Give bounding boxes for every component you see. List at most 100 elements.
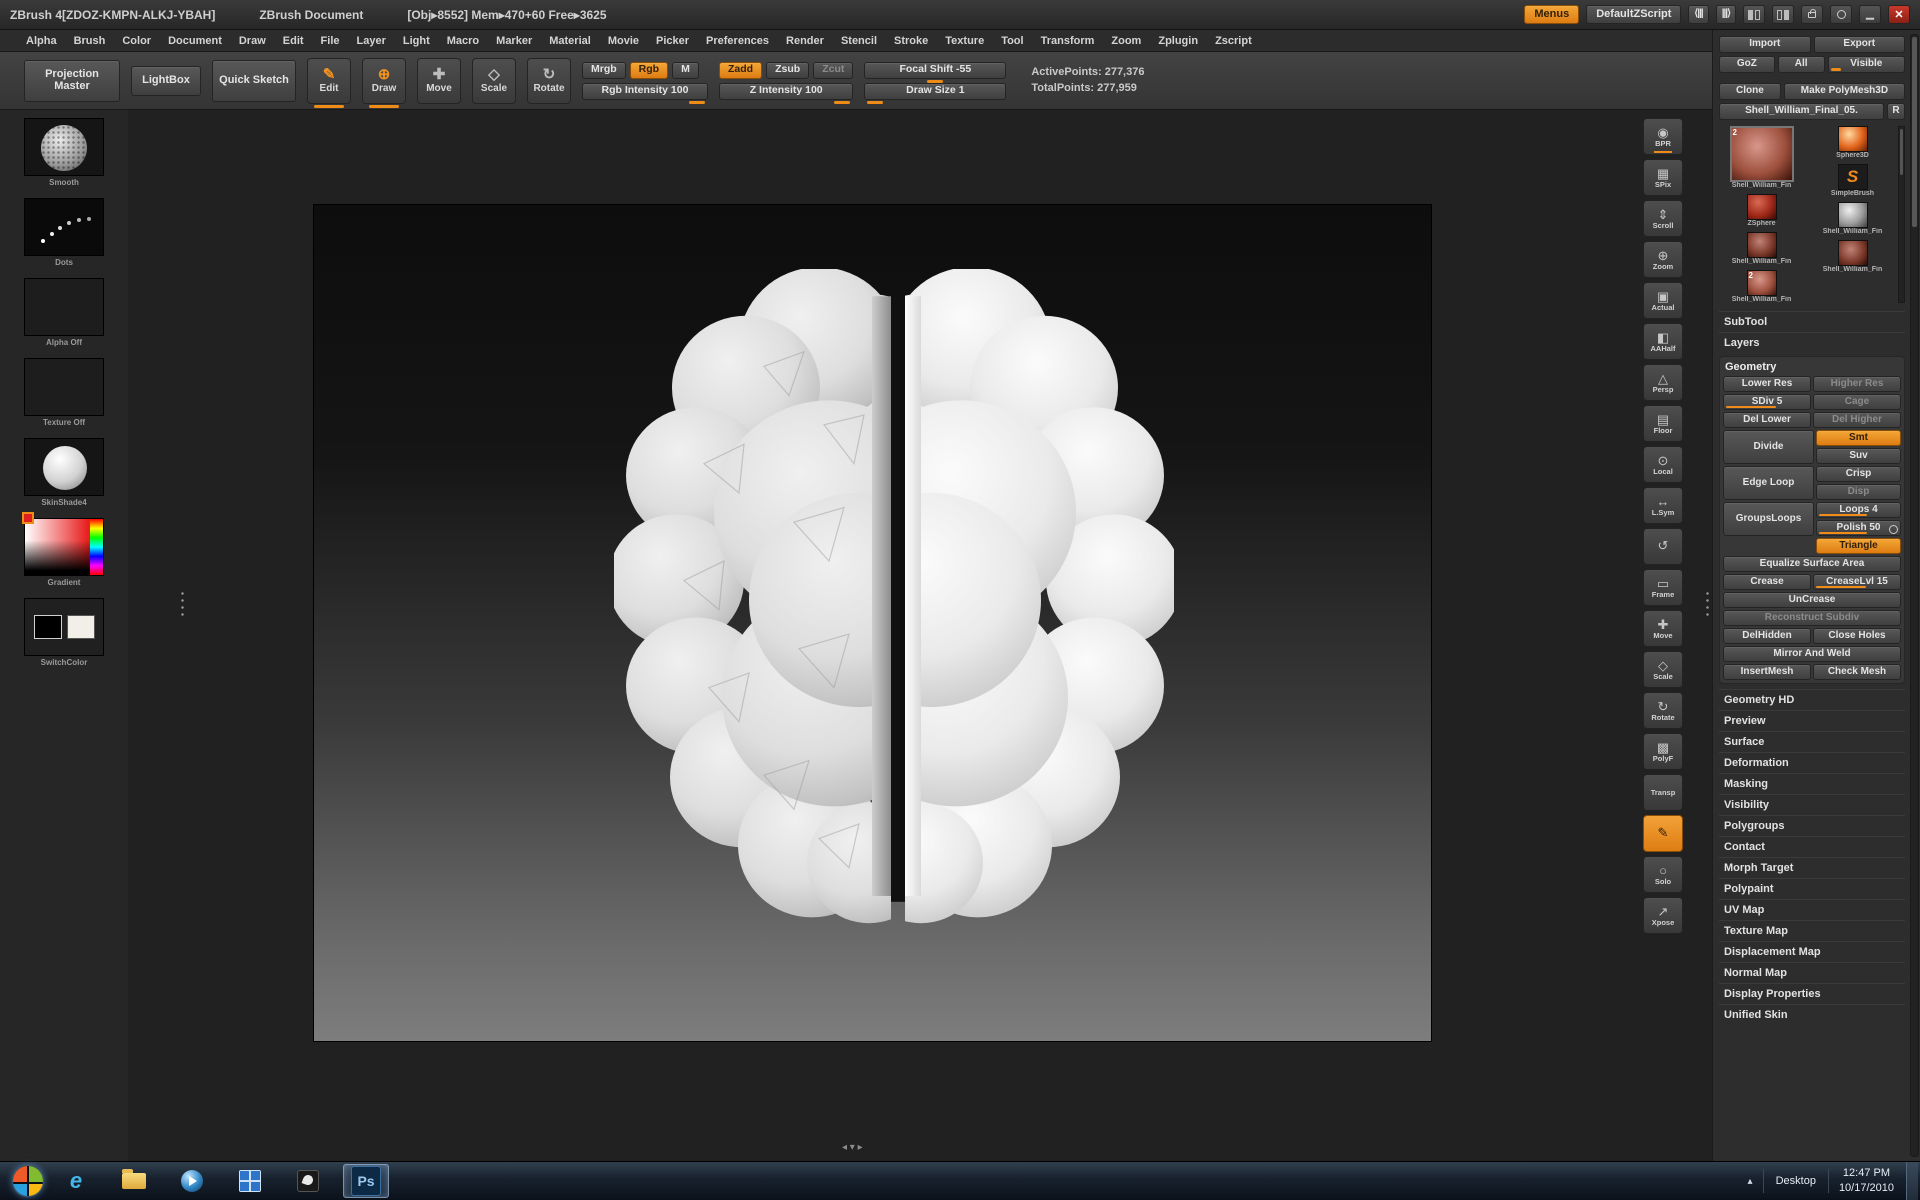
- layers-section[interactable]: Layers: [1719, 332, 1905, 353]
- panel-divider-handle[interactable]: [1705, 590, 1710, 618]
- right-tray-button[interactable]: |||⟩: [1716, 5, 1736, 24]
- switch-color[interactable]: SwitchColor: [14, 598, 114, 667]
- draw-size-slider[interactable]: Draw Size 1: [864, 83, 1006, 100]
- subtool-section[interactable]: SubTool: [1719, 311, 1905, 332]
- section-displacement-map[interactable]: Displacement Map: [1719, 941, 1905, 962]
- mrgb-button[interactable]: Mrgb: [582, 62, 626, 79]
- persp-button[interactable]: △Persp: [1643, 364, 1683, 401]
- left-divider-handle[interactable]: [180, 590, 185, 618]
- menu-zoom[interactable]: Zoom: [1111, 35, 1141, 47]
- rotate-view-button[interactable]: ↺: [1643, 528, 1683, 565]
- loops-slider[interactable]: Loops 4: [1816, 502, 1901, 518]
- move-view-button[interactable]: ✚Move: [1643, 610, 1683, 647]
- rotate-3d-button[interactable]: ↻Rotate: [1643, 692, 1683, 729]
- section-surface[interactable]: Surface: [1719, 731, 1905, 752]
- section-texture-map[interactable]: Texture Map: [1719, 920, 1905, 941]
- section-contact[interactable]: Contact: [1719, 836, 1905, 857]
- tray-expand-icon[interactable]: ▴: [1748, 1176, 1753, 1187]
- geometry-section-header[interactable]: Geometry: [1723, 360, 1901, 376]
- crisp-toggle[interactable]: Crisp: [1816, 466, 1901, 482]
- edit-button[interactable]: ✎ Edit: [307, 58, 351, 104]
- triangle-toggle[interactable]: Triangle: [1816, 538, 1901, 554]
- current-brush[interactable]: Smooth: [14, 118, 114, 187]
- disp-toggle[interactable]: Disp: [1816, 484, 1901, 500]
- color-picker[interactable]: Gradient: [14, 518, 114, 587]
- polish-slider[interactable]: Polish 50: [1816, 520, 1901, 536]
- section-display-properties[interactable]: Display Properties: [1719, 983, 1905, 1004]
- divider-left-icon[interactable]: [1743, 5, 1765, 24]
- menu-brush[interactable]: Brush: [74, 35, 106, 47]
- section-unified-skin[interactable]: Unified Skin: [1719, 1004, 1905, 1025]
- current-alpha[interactable]: Alpha Off: [14, 278, 114, 347]
- taskbar-media-player[interactable]: [169, 1164, 215, 1198]
- m-button[interactable]: M: [672, 62, 699, 79]
- polyf-button[interactable]: ▩PolyF: [1643, 733, 1683, 770]
- secondary-color-swatch[interactable]: [67, 615, 95, 639]
- goz-all-button[interactable]: All: [1778, 56, 1825, 73]
- menu-draw[interactable]: Draw: [239, 35, 266, 47]
- ghost-button[interactable]: ✎: [1643, 815, 1683, 852]
- quick-pick-simplebrush[interactable]: S SimpleBrush: [1810, 164, 1895, 197]
- rename-button[interactable]: R: [1887, 103, 1905, 120]
- bpr-button[interactable]: ◉BPR: [1643, 118, 1683, 155]
- tool-name-field[interactable]: Shell_William_Final_05.: [1719, 103, 1884, 120]
- menu-material[interactable]: Material: [549, 35, 591, 47]
- cage-button[interactable]: Cage: [1813, 394, 1901, 410]
- goz-button[interactable]: GoZ: [1719, 56, 1775, 73]
- xpose-button[interactable]: ↗Xpose: [1643, 897, 1683, 934]
- spix-button[interactable]: ▦SPix: [1643, 159, 1683, 196]
- quick-pick-shell-3[interactable]: Shell_William_Fin: [1810, 202, 1895, 235]
- rotate-button[interactable]: ↻ Rotate: [527, 58, 571, 104]
- menu-stroke[interactable]: Stroke: [894, 35, 928, 47]
- menu-movie[interactable]: Movie: [608, 35, 639, 47]
- menu-stencil[interactable]: Stencil: [841, 35, 877, 47]
- clock[interactable]: 12:47 PM 10/17/2010: [1829, 1166, 1904, 1196]
- floor-button[interactable]: ▤Floor: [1643, 405, 1683, 442]
- frame-button[interactable]: ▭Frame: [1643, 569, 1683, 606]
- crease-button[interactable]: Crease: [1723, 574, 1811, 590]
- menu-render[interactable]: Render: [786, 35, 824, 47]
- transp-button[interactable]: Transp: [1643, 774, 1683, 811]
- actual-button[interactable]: ▣Actual: [1643, 282, 1683, 319]
- aahalf-button[interactable]: ◧AAHalf: [1643, 323, 1683, 360]
- section-polypaint[interactable]: Polypaint: [1719, 878, 1905, 899]
- scale-view-button[interactable]: ◇Scale: [1643, 651, 1683, 688]
- menu-tool[interactable]: Tool: [1001, 35, 1023, 47]
- divider-right-icon[interactable]: [1772, 5, 1794, 24]
- menu-preferences[interactable]: Preferences: [706, 35, 769, 47]
- divide-button[interactable]: Divide: [1723, 430, 1814, 464]
- smt-toggle[interactable]: Smt: [1816, 430, 1901, 446]
- menu-transform[interactable]: Transform: [1041, 35, 1095, 47]
- menu-zscript[interactable]: Zscript: [1215, 35, 1252, 47]
- sdiv-slider[interactable]: SDiv 5: [1723, 394, 1811, 410]
- suv-toggle[interactable]: Suv: [1816, 448, 1901, 464]
- make-polymesh3d-button[interactable]: Make PolyMesh3D: [1784, 83, 1905, 100]
- lower-res-button[interactable]: Lower Res: [1723, 376, 1811, 392]
- groups-loops-button[interactable]: GroupsLoops: [1723, 502, 1814, 536]
- edge-loop-button[interactable]: Edge Loop: [1723, 466, 1814, 500]
- menu-alpha[interactable]: Alpha: [26, 35, 57, 47]
- section-uv-map[interactable]: UV Map: [1719, 899, 1905, 920]
- menu-zplugin[interactable]: Zplugin: [1158, 35, 1198, 47]
- current-texture[interactable]: Texture Off: [14, 358, 114, 427]
- menu-edit[interactable]: Edit: [283, 35, 304, 47]
- section-morph-target[interactable]: Morph Target: [1719, 857, 1905, 878]
- section-normal-map[interactable]: Normal Map: [1719, 962, 1905, 983]
- zsub-button[interactable]: Zsub: [766, 62, 809, 79]
- projection-master-button[interactable]: Projection Master: [24, 60, 120, 102]
- export-button[interactable]: Export: [1814, 36, 1906, 53]
- z-intensity-slider[interactable]: Z Intensity 100: [719, 83, 853, 100]
- taskbar-zbrush[interactable]: [285, 1164, 331, 1198]
- default-zscript-button[interactable]: DefaultZScript: [1586, 5, 1681, 24]
- show-desktop-button[interactable]: [1906, 1162, 1918, 1200]
- menu-macro[interactable]: Macro: [447, 35, 479, 47]
- quick-pick-zsphere[interactable]: ZSphere: [1719, 194, 1804, 227]
- equalize-surface-area-button[interactable]: Equalize Surface Area: [1723, 556, 1901, 572]
- brain-model[interactable]: [614, 269, 1174, 931]
- rgb-button[interactable]: Rgb: [630, 62, 668, 79]
- local-button[interactable]: ⊙Local: [1643, 446, 1683, 483]
- menu-document[interactable]: Document: [168, 35, 222, 47]
- document-canvas[interactable]: [313, 204, 1432, 1042]
- move-button[interactable]: ✚ Move: [417, 58, 461, 104]
- zcut-button[interactable]: Zcut: [813, 62, 853, 79]
